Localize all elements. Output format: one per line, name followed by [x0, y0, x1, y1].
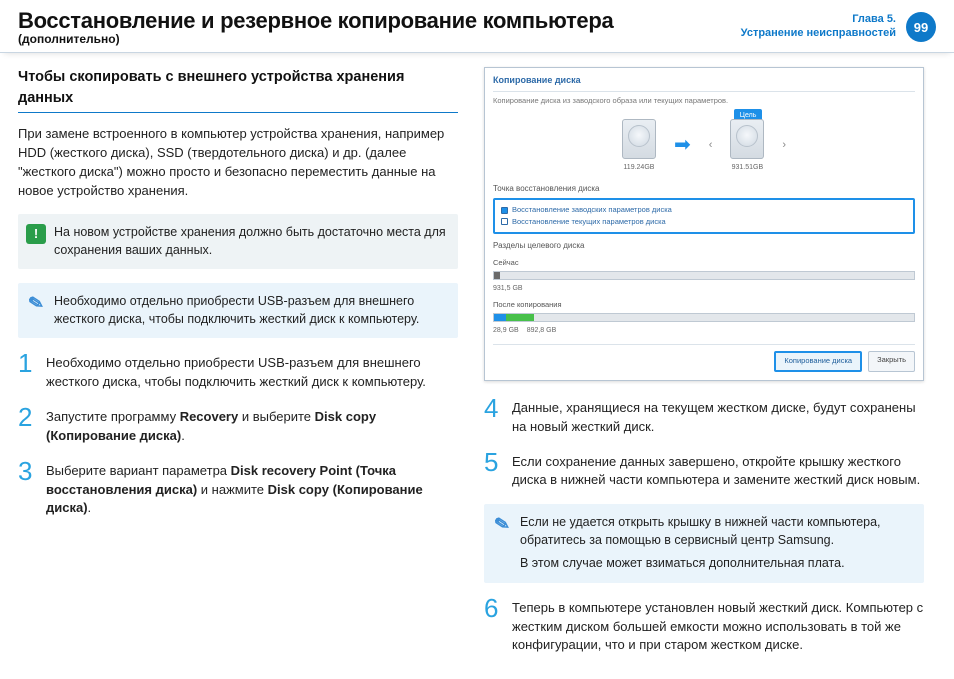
step-6: 6 Теперь в компьютере установлен новый ж…: [484, 597, 924, 656]
step-3: 3 Выберите вариант параметра Disk recove…: [18, 460, 458, 519]
page-title: Восстановление и резервное копирование к…: [18, 8, 613, 34]
note-icon: ✎: [24, 292, 48, 316]
section-heading: Чтобы скопировать с внешнего устройства …: [18, 67, 458, 113]
content-columns: Чтобы скопировать с внешнего устройства …: [0, 53, 954, 679]
header-left: Восстановление и резервное копирование к…: [18, 8, 613, 46]
target-drive: Цель 931.51GB: [730, 119, 764, 173]
partitions-label: Разделы целевого диска: [493, 240, 915, 252]
service-note-line2: В этом случае может взиматься дополнител…: [520, 555, 914, 573]
hdd-icon: [622, 119, 656, 159]
page-number-badge: 99: [906, 12, 936, 42]
step-3-text: Выберите вариант параметра Disk recovery…: [46, 460, 458, 519]
step-1: 1 Необходимо отдельно приобрести USB-раз…: [18, 352, 458, 392]
step-5-text: Если сохранение данных завершено, открой…: [512, 451, 924, 491]
step-number: 3: [18, 460, 36, 519]
service-note-body: Если не удается открыть крышку в нижней …: [520, 514, 914, 573]
partition-now: Сейчас 931,5 GB: [493, 258, 915, 294]
partition-after: После копирования 28,9 GB 892,8 GB: [493, 300, 915, 336]
info-callout: ✎ Необходимо отдельно приобрести USB-раз…: [18, 283, 458, 338]
step-1-text: Необходимо отдельно приобрести USB-разъе…: [46, 352, 458, 392]
recovery-point-group: Восстановление заводских параметров диск…: [493, 198, 915, 235]
screenshot-subtitle: Копирование диска из заводского образа и…: [493, 96, 915, 107]
copy-disk-button[interactable]: Копирование диска: [774, 351, 862, 372]
info-text: Необходимо отдельно приобрести USB-разъе…: [54, 293, 448, 328]
step-number: 6: [484, 597, 502, 656]
left-column: Чтобы скопировать с внешнего устройства …: [18, 67, 458, 669]
chevron-right-icon[interactable]: ›: [782, 138, 786, 154]
recovery-point-label: Точка восстановления диска: [493, 183, 915, 195]
note-icon: ✎: [490, 512, 514, 536]
radio-current[interactable]: Восстановление текущих параметров диска: [501, 217, 907, 228]
radio-factory[interactable]: Восстановление заводских параметров диск…: [501, 205, 907, 216]
target-size: 931.51GB: [730, 163, 764, 173]
chapter-label: Глава 5. Устранение неисправностей: [741, 13, 896, 41]
source-drive: 119.24GB: [622, 119, 656, 173]
warning-text: На новом устройстве хранения должно быть…: [54, 224, 448, 259]
chapter-line2: Устранение неисправностей: [741, 27, 896, 41]
screenshot-title: Копирование диска: [493, 74, 915, 92]
arrow-right-icon: ➡: [674, 131, 691, 160]
screenshot-footer: Копирование диска Закрыть: [493, 344, 915, 372]
step-number: 2: [18, 406, 36, 446]
step-5: 5 Если сохранение данных завершено, откр…: [484, 451, 924, 491]
warning-callout: ! На новом устройстве хранения должно бы…: [18, 214, 458, 269]
step-number: 5: [484, 451, 502, 491]
intro-paragraph: При замене встроенного в компьютер устро…: [18, 125, 458, 200]
hdd-icon: [730, 119, 764, 159]
step-6-text: Теперь в компьютере установлен новый жес…: [512, 597, 924, 656]
chapter-line1: Глава 5.: [741, 13, 896, 27]
chevron-left-icon[interactable]: ‹: [709, 138, 713, 154]
source-size: 119.24GB: [622, 163, 656, 173]
page-subtitle: (дополнительно): [18, 32, 613, 46]
step-2: 2 Запустите программу Recovery и выберит…: [18, 406, 458, 446]
header-right: Глава 5. Устранение неисправностей 99: [741, 8, 936, 42]
right-column: Копирование диска Копирование диска из з…: [484, 67, 924, 669]
step-number: 4: [484, 397, 502, 437]
page-header: Восстановление и резервное копирование к…: [0, 0, 954, 53]
step-number: 1: [18, 352, 36, 392]
service-note-callout: ✎ Если не удается открыть крышку в нижне…: [484, 504, 924, 583]
service-note-line1: Если не удается открыть крышку в нижней …: [520, 514, 914, 549]
close-button[interactable]: Закрыть: [868, 351, 915, 372]
drive-row: 119.24GB ➡ ‹ Цель 931.51GB ›: [493, 113, 915, 177]
app-screenshot: Копирование диска Копирование диска из з…: [484, 67, 924, 381]
exclaim-icon: !: [26, 224, 46, 244]
step-4: 4 Данные, хранящиеся на текущем жестком …: [484, 397, 924, 437]
step-2-text: Запустите программу Recovery и выберите …: [46, 406, 458, 446]
step-4-text: Данные, хранящиеся на текущем жестком ди…: [512, 397, 924, 437]
